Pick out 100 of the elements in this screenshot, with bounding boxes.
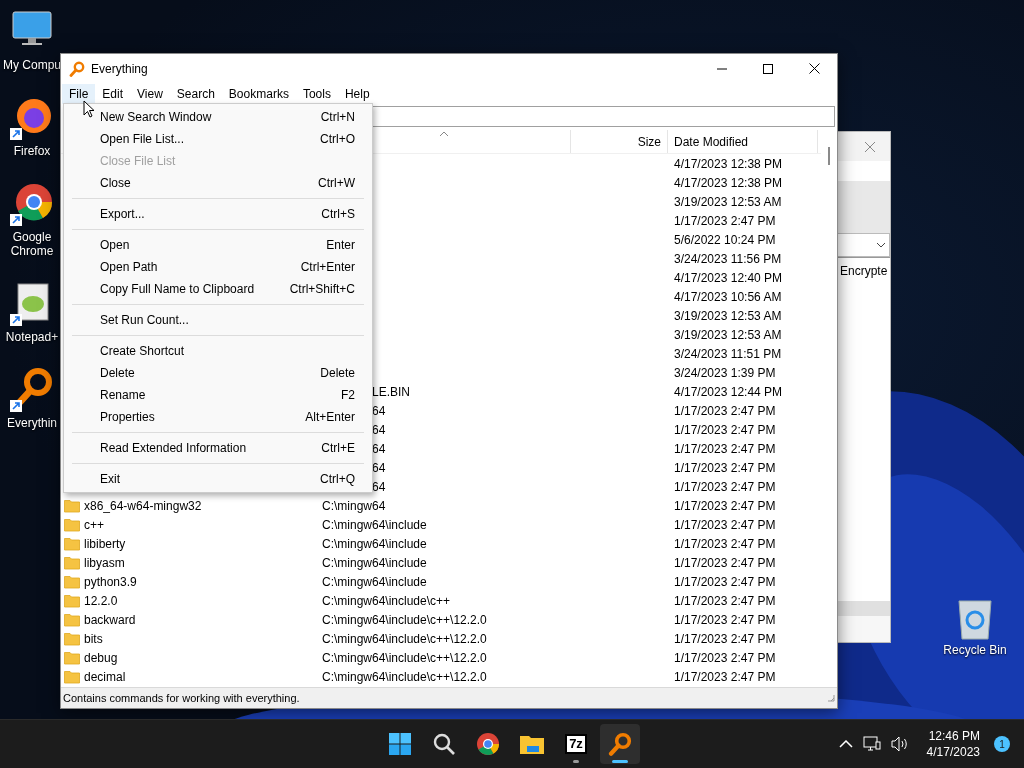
file-name: debug xyxy=(84,650,118,665)
date-text: 1/17/2023 2:47 PM xyxy=(674,441,776,456)
path-text: 64 xyxy=(372,460,386,475)
chevron-down-icon xyxy=(876,242,886,248)
date-text: 3/24/2023 11:56 PM xyxy=(674,251,782,266)
date-text: 1/17/2023 2:47 PM xyxy=(674,517,776,532)
date-text: 3/19/2023 12:53 AM xyxy=(674,308,782,323)
file-name: bits xyxy=(84,631,103,646)
running-indicator xyxy=(612,760,628,763)
file-name: x86_64-w64-mingw32 xyxy=(84,498,202,513)
menu-option[interactable]: Open Enter xyxy=(64,234,372,256)
menu-item[interactable]: Help xyxy=(337,83,377,104)
date-text: 4/17/2023 12:38 PM xyxy=(674,156,783,171)
path-text: 64 xyxy=(372,403,386,418)
path-text: LE.BIN xyxy=(372,384,410,399)
desktop-icon-label: Recycle Bin xyxy=(942,643,1008,657)
path-text: C:\mingw64\include\c++\12.2.0 xyxy=(322,631,487,646)
date-text: 4/17/2023 12:40 PM xyxy=(674,270,783,285)
menu-option[interactable]: Set Run Count... xyxy=(64,309,372,331)
menu-option[interactable]: Open File List... Ctrl+O xyxy=(64,128,372,150)
date-text: 4/17/2023 10:56 AM xyxy=(674,289,782,304)
menu-option[interactable]: Create Shortcut xyxy=(64,340,372,362)
menu-option[interactable]: Exit Ctrl+Q xyxy=(64,468,372,490)
date-text: 1/17/2023 2:47 PM xyxy=(674,555,776,570)
clock-date: 4/17/2023 xyxy=(926,744,980,760)
date-text: 1/17/2023 2:47 PM xyxy=(674,631,776,646)
path-text: 64 xyxy=(372,441,386,456)
date-text: 1/17/2023 2:47 PM xyxy=(674,669,776,684)
file-name: python3.9 xyxy=(84,574,137,589)
folder-icon xyxy=(64,593,80,608)
file-name: decimal xyxy=(84,669,126,684)
desktop-icon-label: Everythin xyxy=(6,416,58,430)
date-text: 3/19/2023 12:53 AM xyxy=(674,194,782,209)
desktop-icon-label: Firefox xyxy=(12,144,52,158)
speaker-icon[interactable] xyxy=(890,736,909,752)
menu-option[interactable]: Open Path Ctrl+Enter xyxy=(64,256,372,278)
date-text: 3/19/2023 12:53 AM xyxy=(674,327,782,342)
folder-icon xyxy=(64,650,80,665)
resize-grip-icon[interactable] xyxy=(827,694,835,702)
path-text: C:\mingw64\include\c++\12.2.0 xyxy=(322,669,487,684)
menu-item[interactable]: Tools xyxy=(295,83,338,104)
menu-option[interactable]: Export... Ctrl+S xyxy=(64,203,372,225)
taskbar-button[interactable] xyxy=(600,724,640,764)
notification-badge[interactable]: 1 xyxy=(994,736,1010,752)
menu-option[interactable]: Properties Alt+Enter xyxy=(64,406,372,428)
folder-icon xyxy=(64,631,80,646)
date-text: 1/17/2023 2:47 PM xyxy=(674,650,776,665)
path-text: 64 xyxy=(372,422,386,437)
date-text: 4/17/2023 12:44 PM xyxy=(674,384,783,399)
date-text: 3/24/2023 11:51 PM xyxy=(674,346,782,361)
menu-option[interactable]: Delete Delete xyxy=(64,362,372,384)
desktop-icon-label: Google Chrome xyxy=(9,230,55,258)
network-icon[interactable] xyxy=(862,736,881,752)
recycle-bin-icon[interactable] xyxy=(955,597,995,641)
archive-app-icon: 7z xyxy=(565,734,587,754)
footer-strip xyxy=(838,601,890,616)
folder-icon xyxy=(64,612,80,627)
menu-option[interactable]: Copy Full Name to Clipboard Ctrl+Shift+C xyxy=(64,278,372,300)
path-text: C:\mingw64\include\c++\12.2.0 xyxy=(322,650,487,665)
menu-item[interactable]: View xyxy=(130,83,170,104)
date-text: 1/17/2023 2:47 PM xyxy=(674,536,776,551)
sort-caret-icon xyxy=(439,131,449,137)
file-name: libyasm xyxy=(84,555,125,570)
date-text: 1/17/2023 2:47 PM xyxy=(674,498,776,513)
list-text: Encrypte xyxy=(840,264,888,278)
clock[interactable]: 12:46 PM 4/17/2023 xyxy=(926,728,980,760)
date-text: 1/17/2023 2:47 PM xyxy=(674,422,776,437)
menu-item[interactable]: File xyxy=(62,83,96,104)
file-name: backward xyxy=(84,612,136,627)
magnifier-icon xyxy=(608,732,632,756)
menu-item[interactable]: Bookmarks xyxy=(221,83,296,104)
folder-icon xyxy=(64,555,80,570)
folder-icon xyxy=(519,733,545,755)
scroll-thumb[interactable] xyxy=(828,147,830,165)
menu-option[interactable]: Read Extended Information Ctrl+E xyxy=(64,437,372,459)
taskbar-button[interactable]: 7z xyxy=(556,724,596,764)
menu-option[interactable]: New Search Window Ctrl+N xyxy=(64,106,372,128)
column-header-label: Size xyxy=(637,134,661,149)
search-icon xyxy=(432,732,456,756)
path-text: C:\mingw64 xyxy=(322,498,386,513)
date-text: 1/17/2023 2:47 PM xyxy=(674,403,776,418)
date-text: 5/6/2022 10:24 PM xyxy=(674,232,776,247)
folder-icon xyxy=(64,498,80,513)
folder-icon xyxy=(64,517,80,532)
column-header-label: Date Modified xyxy=(674,134,749,149)
file-name: c++ xyxy=(84,517,104,532)
column-header[interactable]: Size xyxy=(571,130,668,153)
menu-item[interactable]: Edit xyxy=(95,83,131,104)
close-icon xyxy=(808,63,820,74)
chevron-up-icon[interactable] xyxy=(838,740,853,748)
maximize-icon xyxy=(763,63,773,74)
menu-option[interactable]: Rename F2 xyxy=(64,384,372,406)
date-text: 1/17/2023 2:47 PM xyxy=(674,479,776,494)
column-header[interactable]: Date Modified xyxy=(668,130,818,153)
menu-option[interactable]: Close Ctrl+W xyxy=(64,172,372,194)
running-indicator xyxy=(573,760,579,763)
path-text: C:\mingw64\include xyxy=(322,517,427,532)
chrome-icon xyxy=(476,732,500,756)
file-name: 12.2.0 xyxy=(84,593,118,608)
menu-item[interactable]: Search xyxy=(169,83,222,104)
